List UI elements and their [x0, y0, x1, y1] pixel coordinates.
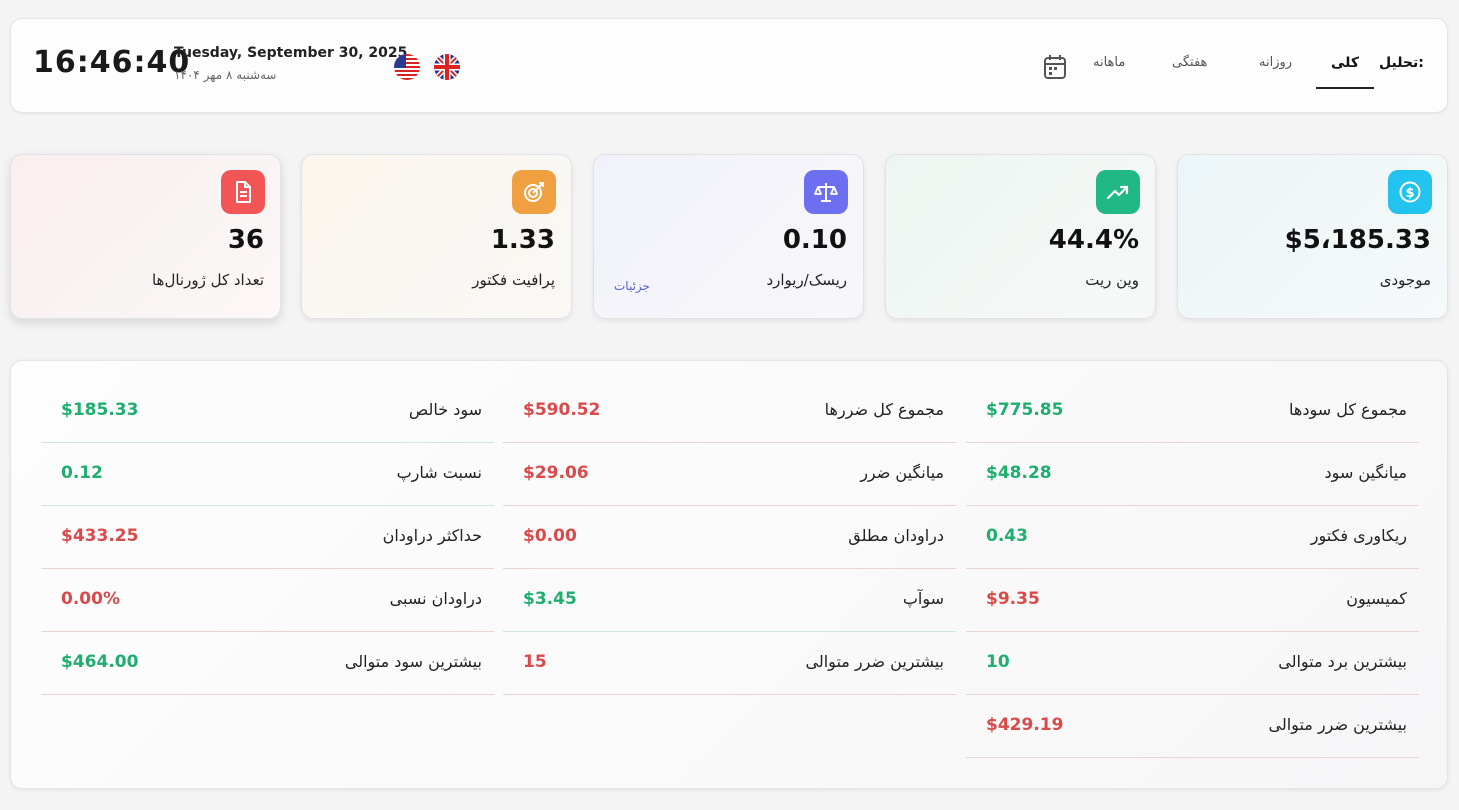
metric-row: دراودان مطلق $0.00: [503, 506, 956, 569]
top-header: 16:46:40 Tuesday, September 30, 2025 سه‌…: [10, 18, 1448, 113]
metric-label: دراودان مطلق: [848, 526, 944, 545]
metric-row: بیشترین برد متوالی 10: [966, 632, 1419, 695]
metric-value: $48.28: [986, 463, 1052, 483]
metric-row: مجموع کل ضررها $590.52: [503, 380, 956, 443]
journals-value: 36: [227, 225, 264, 255]
metric-row: نسبت شارپ 0.12: [41, 443, 494, 506]
profit-factor-value: 1.33: [490, 225, 555, 255]
metric-value: $0.00: [523, 526, 577, 546]
journals-label: تعداد کل ژورنال‌ها: [151, 271, 264, 289]
tab-monthly[interactable]: ماهانه: [1093, 55, 1125, 70]
metric-row: سود خالص $185.33: [41, 380, 494, 443]
metric-value: $775.85: [986, 400, 1064, 420]
metric-row: بیشترین ضرر متوالی $429.19: [966, 695, 1419, 758]
active-tab-indicator: [1316, 87, 1374, 89]
us-flag-icon[interactable]: [394, 54, 420, 80]
metric-row: میانگین ضرر $29.06: [503, 443, 956, 506]
calendar-icon[interactable]: [1043, 53, 1067, 81]
uk-flag-icon[interactable]: [434, 54, 460, 80]
metric-label: نسبت شارپ: [396, 463, 482, 482]
svg-text:$: $: [1405, 186, 1414, 201]
metric-value: $29.06: [523, 463, 589, 483]
metric-value: $3.45: [523, 589, 577, 609]
risk-reward-label: ریسک/ریوارد: [766, 271, 847, 289]
risk-reward-value: 0.10: [782, 225, 847, 255]
clock: 16:46:40: [33, 45, 191, 80]
metric-value: $464.00: [61, 652, 139, 672]
metric-label: بیشترین سود متوالی: [344, 652, 482, 671]
details-panel: مجموع کل سودها $775.85 میانگین سود $48.2…: [10, 360, 1448, 789]
metric-label: مجموع کل ضررها: [824, 400, 944, 419]
metric-label: دراودان نسبی: [389, 589, 482, 608]
metric-label: کمیسیون: [1346, 589, 1407, 608]
analysis-label: تحلیل:: [1379, 55, 1424, 71]
metric-value: $185.33: [61, 400, 139, 420]
metric-row: میانگین سود $48.28: [966, 443, 1419, 506]
metric-label: میانگین ضرر: [860, 463, 944, 482]
metric-label: میانگین سود: [1324, 463, 1407, 482]
metric-row: بیشترین ضرر متوالی 15: [503, 632, 956, 695]
balance-value: $5،185.33: [1284, 225, 1431, 255]
metric-label: ریکاوری فکتور: [1310, 526, 1407, 545]
metric-value: $9.35: [986, 589, 1040, 609]
metric-label: سود خالص: [408, 400, 482, 419]
metric-label: بیشترین ضرر متوالی: [805, 652, 944, 671]
metric-row: سوآپ $3.45: [503, 569, 956, 632]
metric-label: بیشترین ضرر متوالی: [1268, 715, 1407, 734]
target-icon: [512, 170, 556, 214]
metric-value: $590.52: [523, 400, 601, 420]
risk-reward-card[interactable]: 0.10 ریسک/ریوارد جزئیات: [593, 154, 864, 319]
profit-factor-label: پرافیت فکتور: [472, 271, 555, 289]
date-gregorian: Tuesday, September 30, 2025: [174, 45, 408, 61]
metric-value: 0.00%: [61, 589, 120, 609]
metric-value: 0.43: [986, 526, 1028, 546]
date-persian: سه‌شنبه ۸ مهر ۱۴۰۴: [174, 68, 277, 82]
dollar-coin-icon: $: [1388, 170, 1432, 214]
metric-value: $429.19: [986, 715, 1064, 735]
document-icon: [221, 170, 265, 214]
metric-value: $433.25: [61, 526, 139, 546]
metric-value: 10: [986, 652, 1010, 672]
balance-card[interactable]: $ $5،185.33 موجودی: [1177, 154, 1448, 319]
metric-row: بیشترین سود متوالی $464.00: [41, 632, 494, 695]
metric-row: حداکثر دراودان $433.25: [41, 506, 494, 569]
winrate-card[interactable]: 44.4% وین ریت: [885, 154, 1156, 319]
metric-label: حداکثر دراودان: [382, 526, 482, 545]
tab-weekly[interactable]: هفتگی: [1172, 55, 1207, 70]
details-link[interactable]: جزئیات: [614, 279, 650, 293]
metric-row: کمیسیون $9.35: [966, 569, 1419, 632]
tab-daily[interactable]: روزانه: [1259, 55, 1292, 70]
tab-all[interactable]: کلی: [1331, 55, 1359, 71]
trend-up-icon: [1096, 170, 1140, 214]
metric-value: 15: [523, 652, 547, 672]
metric-label: بیشترین برد متوالی: [1278, 652, 1407, 671]
metric-row: ریکاوری فکتور 0.43: [966, 506, 1419, 569]
metric-row: دراودان نسبی 0.00%: [41, 569, 494, 632]
journals-card[interactable]: 36 تعداد کل ژورنال‌ها: [10, 154, 281, 319]
winrate-value: 44.4%: [1048, 225, 1139, 255]
scale-icon: [804, 170, 848, 214]
metric-label: سوآپ: [902, 589, 944, 608]
balance-label: موجودی: [1379, 271, 1431, 289]
metric-row: مجموع کل سودها $775.85: [966, 380, 1419, 443]
profit-factor-card[interactable]: 1.33 پرافیت فکتور: [301, 154, 572, 319]
metric-label: مجموع کل سودها: [1289, 400, 1407, 419]
winrate-label: وین ریت: [1085, 271, 1139, 289]
metric-value: 0.12: [61, 463, 103, 483]
